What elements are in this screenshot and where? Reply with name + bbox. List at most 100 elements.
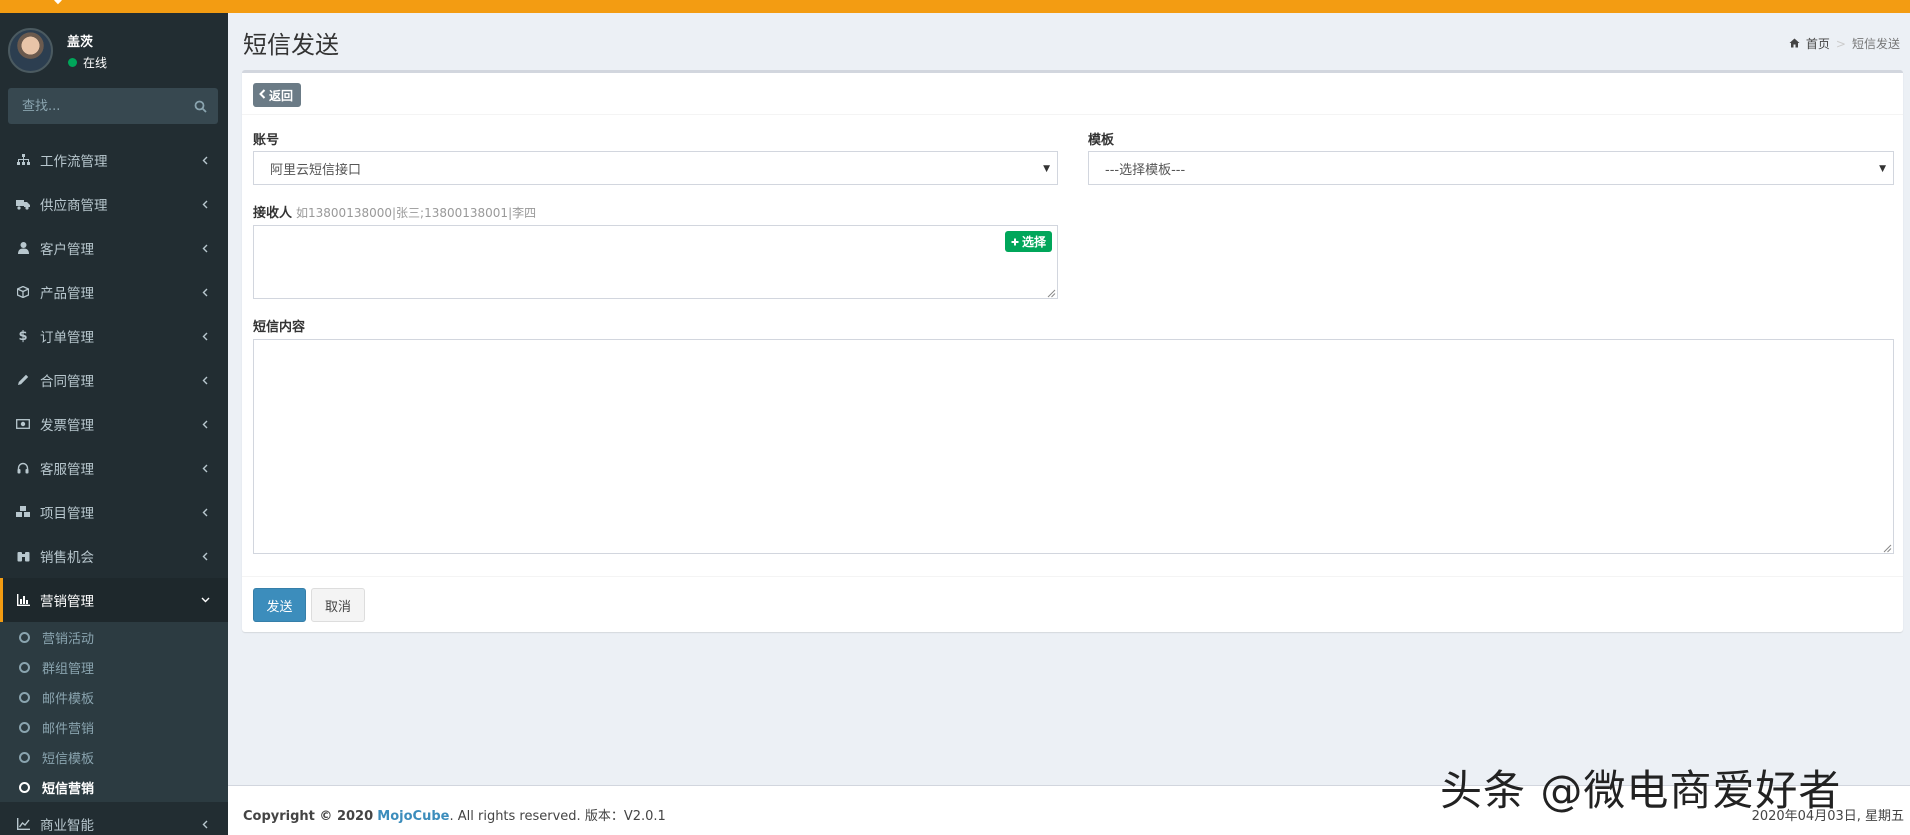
sidebar-item-label: 发票管理 bbox=[40, 418, 94, 434]
copyright-suffix: . All rights reserved. 版本：V2.0.1 bbox=[449, 809, 666, 824]
template-select[interactable]: ---选择模板--- ▼ bbox=[1088, 151, 1894, 185]
submenu-item-sms-templates[interactable]: 短信模板 bbox=[0, 742, 228, 772]
sidebar-item-contracts[interactable]: 合同管理 bbox=[0, 358, 228, 402]
template-select-value: ---选择模板--- bbox=[1105, 162, 1186, 178]
back-button[interactable]: 返回 bbox=[253, 83, 302, 107]
user-name: 盖茨 bbox=[67, 35, 94, 50]
circle-icon bbox=[19, 781, 30, 793]
sidebar-item-label: 产品管理 bbox=[40, 286, 94, 302]
resize-handle-icon[interactable] bbox=[1882, 542, 1892, 553]
submenu-item-campaigns[interactable]: 营销活动 bbox=[0, 622, 228, 652]
sidebar-item-orders[interactable]: $ 订单管理 bbox=[0, 314, 228, 358]
user-panel: 盖茨 在线 bbox=[0, 13, 228, 83]
cubes-icon bbox=[16, 505, 30, 519]
chevron-left-icon bbox=[200, 417, 210, 431]
sidebar-item-label: 合同管理 bbox=[40, 374, 94, 390]
back-button-label: 返回 bbox=[269, 88, 294, 103]
sidebar-item-label: 客服管理 bbox=[40, 462, 94, 478]
copyright-prefix: Copyright © 2020 bbox=[243, 809, 374, 824]
sidebar-item-projects[interactable]: 项目管理 bbox=[0, 490, 228, 534]
circle-icon bbox=[19, 691, 30, 703]
sidebar-item-workflow[interactable]: 工作流管理 bbox=[0, 138, 228, 182]
submenu-item-email-marketing[interactable]: 邮件营销 bbox=[0, 712, 228, 742]
watermark: 头条 @微电商爱好者 bbox=[1440, 766, 1842, 815]
circle-icon bbox=[19, 661, 30, 673]
sidebar-item-label: 供应商管理 bbox=[40, 198, 108, 214]
submenu-item-sms-marketing[interactable]: 短信营销 bbox=[0, 772, 228, 802]
chevron-left-icon bbox=[200, 373, 210, 387]
sidebar-item-service[interactable]: 客服管理 bbox=[0, 446, 228, 490]
submenu-item-label: 短信营销 bbox=[42, 781, 95, 797]
copyright: Copyright © 2020 MojoCube. All rights re… bbox=[243, 805, 666, 824]
truck-icon bbox=[16, 197, 30, 211]
avatar[interactable] bbox=[8, 28, 53, 73]
caret-down-icon: ▼ bbox=[1879, 164, 1886, 174]
sidebar-item-marketing[interactable]: 营销管理 bbox=[0, 578, 228, 622]
submenu-item-label: 群组管理 bbox=[42, 661, 95, 677]
submenu-item-groups[interactable]: 群组管理 bbox=[0, 652, 228, 682]
sidebar-item-label: 项目管理 bbox=[40, 506, 94, 522]
breadcrumb-separator: > bbox=[1835, 36, 1846, 51]
binoculars-icon bbox=[16, 549, 30, 563]
chevron-left-icon bbox=[200, 153, 210, 167]
breadcrumb: 首页 > 短信发送 bbox=[1789, 35, 1900, 52]
sidebar-item-label: 订单管理 bbox=[40, 330, 94, 346]
marketing-submenu: 营销活动 群组管理 邮件模板 邮件营销 短信模板 短信营销 bbox=[0, 622, 228, 802]
sms-content-textarea[interactable] bbox=[253, 339, 1894, 554]
online-dot-icon bbox=[68, 58, 77, 67]
recipient-hint: 如13800138000|张三;13800138001|李四 bbox=[296, 206, 537, 220]
headphones-icon bbox=[16, 461, 30, 475]
sidebar-item-label: 客户管理 bbox=[40, 242, 94, 258]
search-icon[interactable] bbox=[182, 88, 218, 124]
account-label: 账号 bbox=[253, 133, 280, 148]
logo-icon[interactable]: ◆ bbox=[52, 0, 64, 6]
resize-handle-icon[interactable] bbox=[1046, 287, 1056, 298]
recipient-textarea[interactable]: 选择 bbox=[253, 225, 1058, 299]
sidebar-item-bi[interactable]: 商业智能 bbox=[0, 802, 228, 835]
user-status-label: 在线 bbox=[83, 56, 108, 70]
sidebar-item-opportunities[interactable]: 销售机会 bbox=[0, 534, 228, 578]
money-icon bbox=[16, 417, 30, 431]
sidebar: 盖茨 在线 工作流管理 供应商管理 客户管理 产品管理 bbox=[0, 13, 228, 835]
plus-icon bbox=[1011, 235, 1019, 249]
circle-icon bbox=[19, 751, 30, 763]
chevron-left-icon bbox=[200, 505, 210, 519]
line-chart-icon bbox=[16, 817, 30, 831]
chevron-left-icon bbox=[200, 549, 210, 563]
caret-down-icon: ▼ bbox=[1043, 164, 1050, 174]
sidebar-search bbox=[8, 88, 218, 124]
breadcrumb-current: 短信发送 bbox=[1851, 37, 1900, 51]
sidebar-item-products[interactable]: 产品管理 bbox=[0, 270, 228, 314]
sidebar-item-customers[interactable]: 客户管理 bbox=[0, 226, 228, 270]
sidebar-item-invoices[interactable]: 发票管理 bbox=[0, 402, 228, 446]
submenu-item-label: 邮件模板 bbox=[42, 691, 95, 707]
choose-recipient-button[interactable]: 选择 bbox=[1004, 231, 1052, 252]
chevron-down-icon bbox=[200, 593, 210, 607]
account-select[interactable]: 阿里云短信接口 ▼ bbox=[253, 151, 1058, 185]
choose-button-label: 选择 bbox=[1021, 235, 1046, 249]
sidebar-item-label: 商业智能 bbox=[40, 818, 94, 834]
circle-icon bbox=[19, 631, 30, 643]
breadcrumb-home-link[interactable]: 首页 bbox=[1806, 35, 1830, 52]
chevron-left-icon bbox=[200, 241, 210, 255]
send-button[interactable]: 发送 bbox=[253, 588, 306, 622]
user-icon bbox=[16, 241, 30, 255]
account-select-value: 阿里云短信接口 bbox=[270, 162, 362, 178]
cancel-button[interactable]: 取消 bbox=[311, 588, 365, 622]
chevron-left-icon bbox=[200, 461, 210, 475]
search-input[interactable] bbox=[8, 88, 183, 124]
user-status: 在线 bbox=[68, 54, 107, 71]
template-label: 模板 bbox=[1088, 133, 1115, 148]
dollar-icon: $ bbox=[18, 328, 28, 344]
box-header: 返回 bbox=[242, 73, 1903, 115]
page-title: 短信发送 bbox=[243, 31, 339, 59]
chevron-left-icon bbox=[200, 285, 210, 299]
recipient-label: 接收人 如13800138000|张三;13800138001|李四 bbox=[253, 202, 536, 221]
submenu-item-email-templates[interactable]: 邮件模板 bbox=[0, 682, 228, 712]
content-header: 短信发送 首页 > 短信发送 bbox=[228, 13, 1910, 69]
circle-icon bbox=[19, 721, 30, 733]
cube-icon bbox=[16, 285, 30, 299]
sidebar-menu: 工作流管理 供应商管理 客户管理 产品管理 $ 订单管理 合同管理 发票管理 客… bbox=[0, 138, 228, 835]
brand-link[interactable]: MojoCube bbox=[377, 809, 449, 824]
sidebar-item-suppliers[interactable]: 供应商管理 bbox=[0, 182, 228, 226]
